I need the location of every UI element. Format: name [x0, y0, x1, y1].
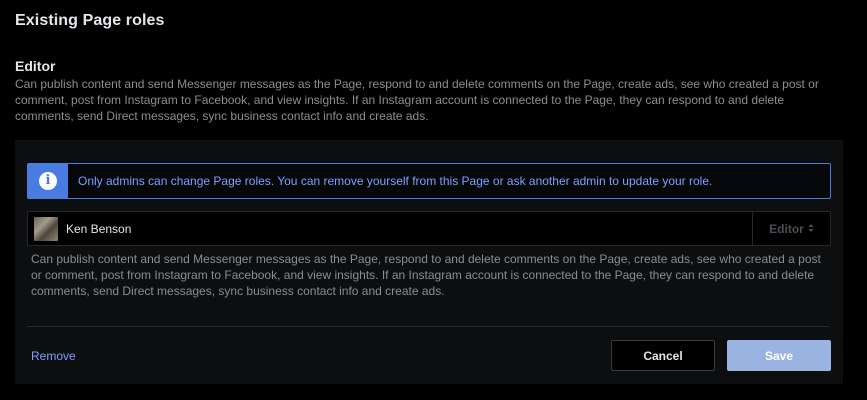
updown-arrows-icon	[808, 223, 814, 235]
notice-text: Only admins can change Page roles. You c…	[78, 174, 713, 188]
cancel-button[interactable]: Cancel	[611, 340, 715, 371]
person-role-description: Can publish content and send Messenger m…	[31, 252, 821, 298]
remove-link[interactable]: Remove	[31, 349, 76, 363]
avatar	[34, 217, 58, 241]
role-description: Can publish content and send Messenger m…	[15, 77, 819, 123]
notice-icon-box: i	[28, 164, 68, 198]
role-name-heading: Editor	[15, 58, 56, 74]
divider	[27, 326, 829, 327]
role-select-value: Editor	[769, 221, 804, 236]
page-title: Existing Page roles	[15, 12, 165, 29]
save-button[interactable]: Save	[727, 340, 831, 371]
admin-notice-banner: i Only admins can change Page roles. You…	[27, 163, 831, 199]
person-row: Ken Benson Editor	[27, 211, 831, 246]
role-select-dropdown[interactable]: Editor	[752, 212, 830, 245]
person-name: Ken Benson	[66, 222, 132, 236]
role-edit-panel: i Only admins can change Page roles. You…	[15, 140, 843, 384]
info-icon: i	[39, 172, 57, 190]
